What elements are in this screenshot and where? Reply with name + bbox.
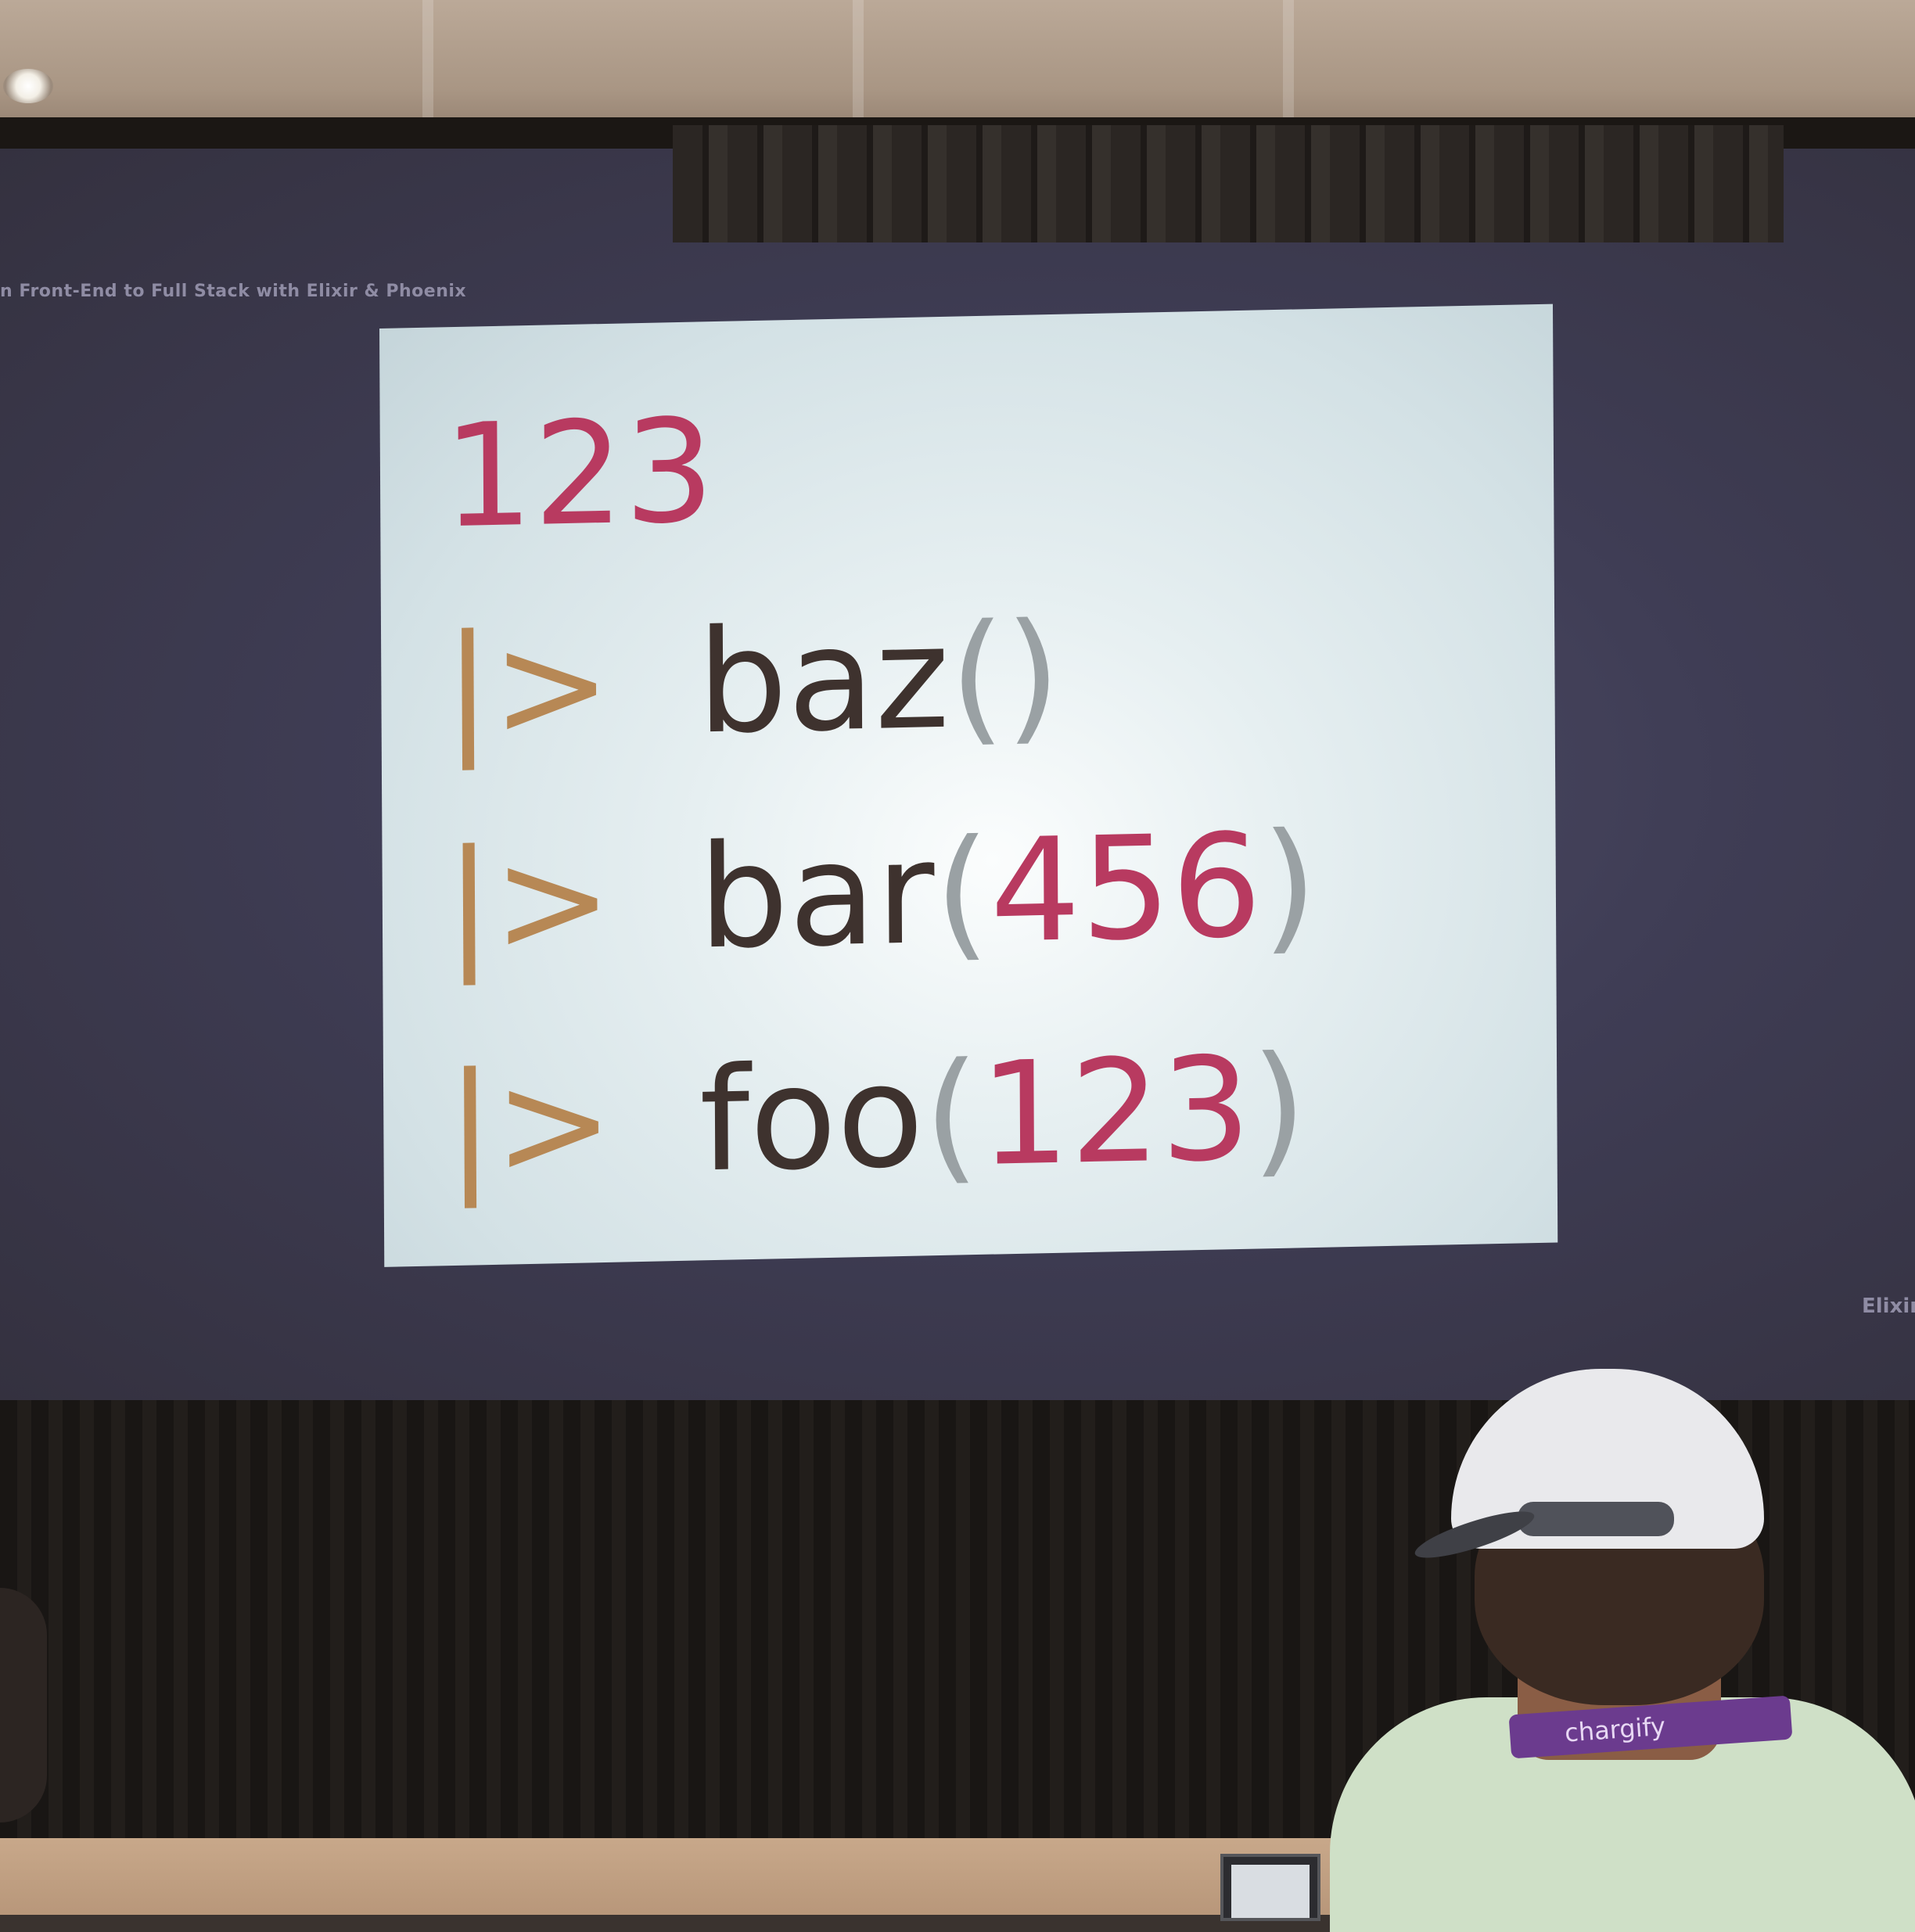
presentation-title: n Front-End to Full Stack with Elixir & … [0, 282, 467, 301]
ceiling-beam [1283, 0, 1294, 125]
open-paren: ( [934, 808, 991, 976]
open-paren: ( [923, 1031, 980, 1199]
function-name: bar [698, 810, 936, 981]
pipe-operator: |> [443, 601, 612, 771]
presentation-footer: Elixir [1862, 1295, 1915, 1318]
cap-strap [1518, 1502, 1674, 1536]
close-paren: ) [1250, 1025, 1307, 1192]
function-name: foo [699, 1032, 925, 1204]
close-paren: ) [1261, 801, 1318, 969]
code-slide: 123 |> baz() |> bar(456) |> foo(123) [379, 303, 1558, 1267]
stage-valance [673, 125, 1784, 242]
lanyard-label: chargify [1563, 1711, 1667, 1748]
ceiling-light [3, 69, 53, 103]
close-paren: ) [1004, 591, 1062, 760]
audience-member: chargify [1283, 1369, 1915, 1932]
open-paren: ( [949, 593, 1006, 760]
ceiling-beam [422, 0, 433, 125]
pipe-line-bar: |> bar(456) [444, 802, 1317, 986]
argument: 456 [990, 803, 1263, 975]
pipe-line-baz: |> baz() [444, 592, 1062, 770]
pipe-operator: |> [445, 1039, 614, 1209]
function-name: baz [696, 594, 950, 766]
ceiling-beam [853, 0, 864, 125]
code-initial-value: 123 [442, 388, 714, 559]
initial-number: 123 [442, 388, 715, 560]
side-audience-member [0, 1588, 47, 1822]
pipe-line-foo: |> foo(123) [446, 1025, 1307, 1208]
argument: 123 [979, 1025, 1252, 1198]
pipe-operator: |> [444, 816, 613, 986]
